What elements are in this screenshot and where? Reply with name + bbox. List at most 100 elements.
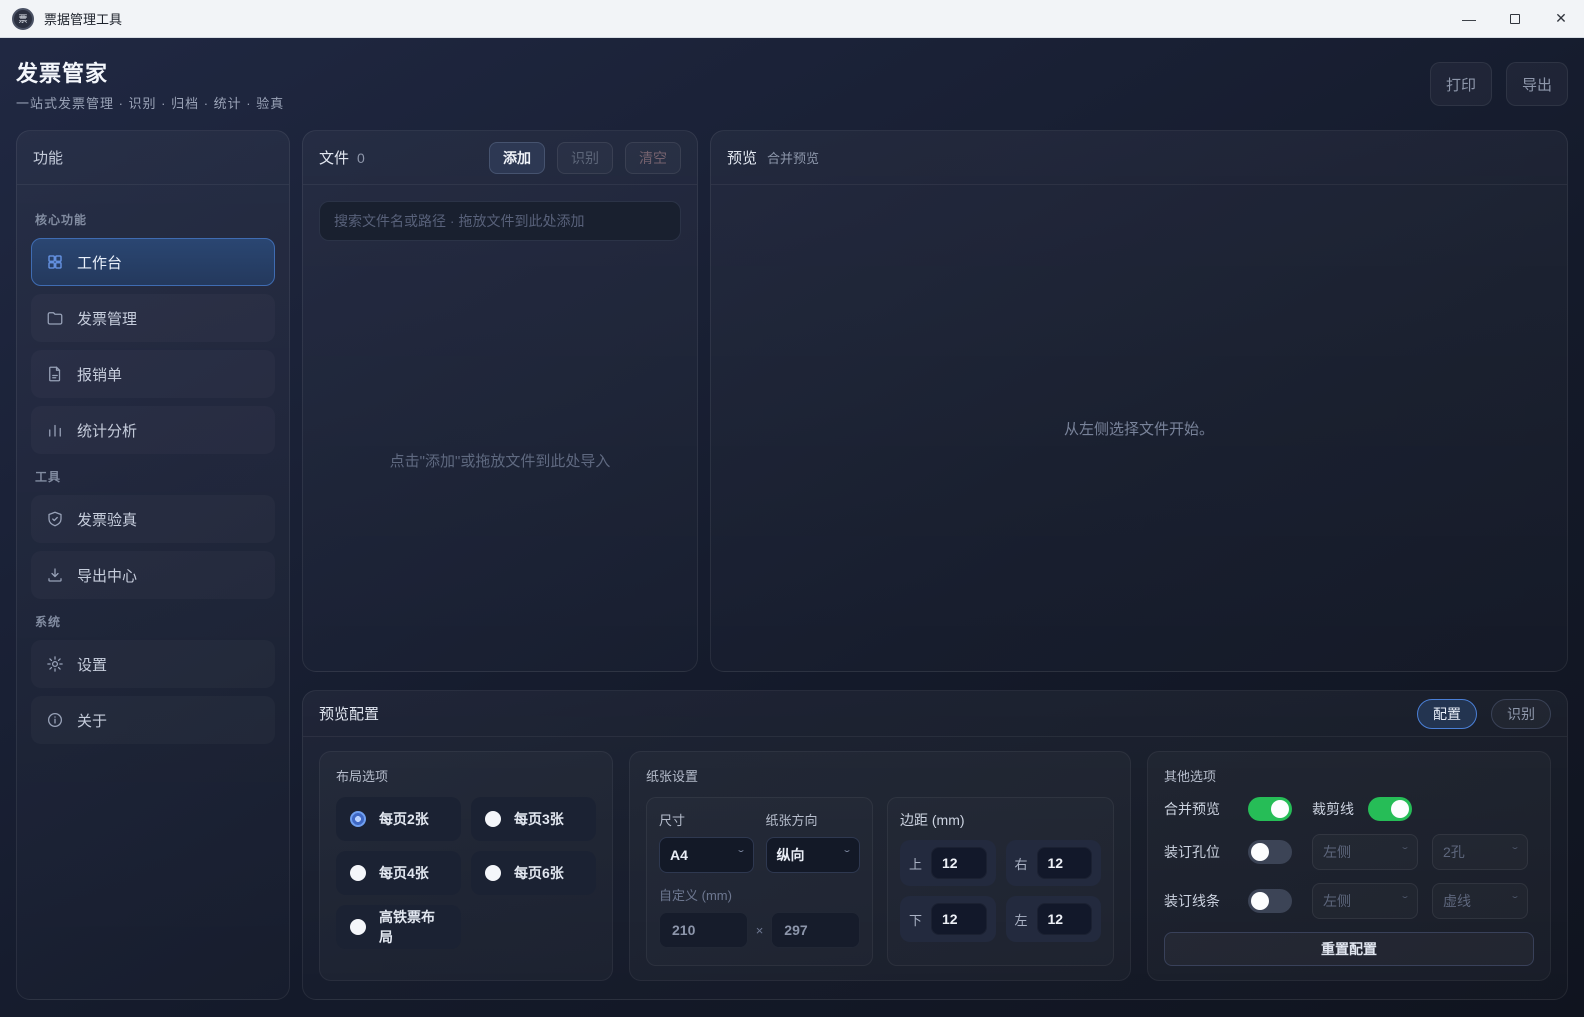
- files-panel: 文件 0 添加 识别 清空 点击"添加"或拖放文件到此处导入: [302, 130, 698, 672]
- files-panel-title: 文件: [319, 147, 349, 168]
- crop-line-label: 裁剪线: [1312, 799, 1354, 819]
- margin-left-cell: 左: [1006, 896, 1102, 942]
- chevron-down-icon: ˇ: [738, 848, 744, 862]
- layout-option-6-per-page[interactable]: 每页6张: [471, 851, 596, 895]
- sidebar-item-invoice-management[interactable]: 发票管理: [31, 294, 275, 342]
- merge-preview-toggle[interactable]: [1248, 797, 1292, 821]
- paper-settings-card: 纸张设置 尺寸 A4 ˇ: [629, 751, 1131, 981]
- app-logo-icon: 票: [12, 8, 34, 30]
- custom-height-input[interactable]: [771, 912, 860, 948]
- sidebar-item-workbench[interactable]: 工作台: [31, 238, 275, 286]
- sidebar: 功能 核心功能 工作台 发票管理 报销单 统计分析: [16, 130, 290, 1000]
- sidebar-item-label: 导出中心: [77, 565, 137, 586]
- layout-option-2-per-page[interactable]: 每页2张: [336, 797, 461, 841]
- titlebar: 票 票据管理工具 — ✕: [0, 0, 1584, 38]
- margin-left-input[interactable]: [1037, 903, 1092, 935]
- document-icon: [46, 365, 64, 383]
- sidebar-item-about[interactable]: 关于: [31, 696, 275, 744]
- layout-option-3-per-page[interactable]: 每页3张: [471, 797, 596, 841]
- margins-title: 边距 (mm): [900, 810, 1101, 830]
- page-subtitle: 一站式发票管理 · 识别 · 归档 · 统计 · 验真: [16, 93, 284, 112]
- radio-icon: [485, 865, 501, 881]
- sidebar-item-label: 工作台: [77, 252, 122, 273]
- margins-box: 边距 (mm) 上 右: [887, 797, 1114, 966]
- info-icon: [46, 711, 64, 729]
- preview-config-panel: 预览配置 配置 识别 布局选项 每页2张: [302, 690, 1568, 1000]
- print-button[interactable]: 打印: [1430, 62, 1492, 106]
- radio-icon: [350, 919, 366, 935]
- margin-right-input[interactable]: [1037, 847, 1092, 879]
- page-title: 发票管家: [16, 56, 284, 88]
- recognize-files-button[interactable]: 识别: [557, 142, 613, 174]
- download-icon: [46, 566, 64, 584]
- files-empty-hint: 点击"添加"或拖放文件到此处导入: [303, 249, 697, 671]
- margin-top-cell: 上: [900, 840, 996, 886]
- punch-holes-label: 装订孔位: [1164, 842, 1234, 862]
- custom-size-label: 自定义 (mm): [659, 885, 860, 904]
- grid-icon: [46, 253, 64, 271]
- window-title: 票据管理工具: [44, 9, 122, 28]
- paper-size-select[interactable]: A4 ˇ: [659, 837, 754, 873]
- punch-count-select[interactable]: 2孔 ˇ: [1432, 834, 1528, 870]
- minimize-button[interactable]: —: [1446, 0, 1492, 37]
- sidebar-item-label: 统计分析: [77, 420, 137, 441]
- layout-options-title: 布局选项: [336, 766, 596, 785]
- layout-options-card: 布局选项 每页2张 每页3张: [319, 751, 613, 981]
- sidebar-item-export-center[interactable]: 导出中心: [31, 551, 275, 599]
- preview-panel: 预览 合并预览 从左侧选择文件开始。: [710, 130, 1568, 672]
- maximize-button[interactable]: [1492, 0, 1538, 37]
- add-files-button[interactable]: 添加: [489, 142, 545, 174]
- gear-icon: [46, 655, 64, 673]
- sidebar-section-core: 核心功能: [35, 211, 271, 228]
- sidebar-section-tools: 工具: [35, 468, 271, 485]
- app-root: 发票管家 一站式发票管理 · 识别 · 归档 · 统计 · 验真 打印 导出 功…: [0, 38, 1584, 1017]
- config-tab-button[interactable]: 配置: [1417, 699, 1477, 729]
- shield-check-icon: [46, 510, 64, 528]
- sidebar-item-label: 设置: [77, 654, 107, 675]
- layout-option-train-ticket[interactable]: 高铁票布局: [336, 905, 461, 949]
- merge-preview-label: 合并预览: [1164, 799, 1234, 819]
- binding-side-select[interactable]: 左侧 ˇ: [1312, 883, 1418, 919]
- sidebar-item-reimbursement[interactable]: 报销单: [31, 350, 275, 398]
- maximize-icon: [1510, 14, 1520, 24]
- app-header: 发票管家 一站式发票管理 · 识别 · 归档 · 统计 · 验真 打印 导出: [0, 38, 1584, 130]
- clear-files-button[interactable]: 清空: [625, 142, 681, 174]
- file-search-input[interactable]: [319, 201, 681, 241]
- chevron-down-icon: ˇ: [1402, 894, 1408, 908]
- minimize-icon: —: [1462, 11, 1476, 27]
- paper-orientation-select[interactable]: 纵向 ˇ: [766, 837, 861, 873]
- layout-option-4-per-page[interactable]: 每页4张: [336, 851, 461, 895]
- sidebar-item-invoice-verify[interactable]: 发票验真: [31, 495, 275, 543]
- reset-config-button[interactable]: 重置配置: [1164, 932, 1534, 966]
- radio-icon: [350, 865, 366, 881]
- size-label: 尺寸: [659, 810, 754, 829]
- radio-checked-icon: [350, 811, 366, 827]
- export-button[interactable]: 导出: [1506, 62, 1568, 106]
- punch-side-select[interactable]: 左侧 ˇ: [1312, 834, 1418, 870]
- preview-panel-title: 预览: [727, 147, 757, 168]
- paper-size-box: 尺寸 A4 ˇ 纸张方向: [646, 797, 873, 966]
- folder-icon: [46, 309, 64, 327]
- paper-settings-title: 纸张设置: [646, 766, 1114, 785]
- recognize-tab-button[interactable]: 识别: [1491, 699, 1551, 729]
- sidebar-item-statistics[interactable]: 统计分析: [31, 406, 275, 454]
- other-options-title: 其他选项: [1164, 766, 1534, 785]
- margin-top-input[interactable]: [931, 847, 986, 879]
- crop-line-toggle[interactable]: [1368, 797, 1412, 821]
- sidebar-title: 功能: [33, 147, 63, 168]
- sidebar-item-label: 发票管理: [77, 308, 137, 329]
- close-button[interactable]: ✕: [1538, 0, 1584, 37]
- other-options-card: 其他选项 合并预览 裁剪线 装订孔位: [1147, 751, 1551, 981]
- margin-right-cell: 右: [1006, 840, 1102, 886]
- chevron-down-icon: ˇ: [1402, 845, 1408, 859]
- binding-line-toggle[interactable]: [1248, 889, 1292, 913]
- margin-bottom-input[interactable]: [931, 903, 986, 935]
- sidebar-item-settings[interactable]: 设置: [31, 640, 275, 688]
- close-icon: ✕: [1555, 10, 1567, 27]
- orientation-label: 纸张方向: [766, 810, 861, 829]
- preview-mode-label: 合并预览: [767, 148, 819, 167]
- custom-width-input[interactable]: [659, 912, 748, 948]
- files-count: 0: [357, 150, 365, 166]
- punch-holes-toggle[interactable]: [1248, 840, 1292, 864]
- binding-style-select[interactable]: 虚线 ˇ: [1432, 883, 1528, 919]
